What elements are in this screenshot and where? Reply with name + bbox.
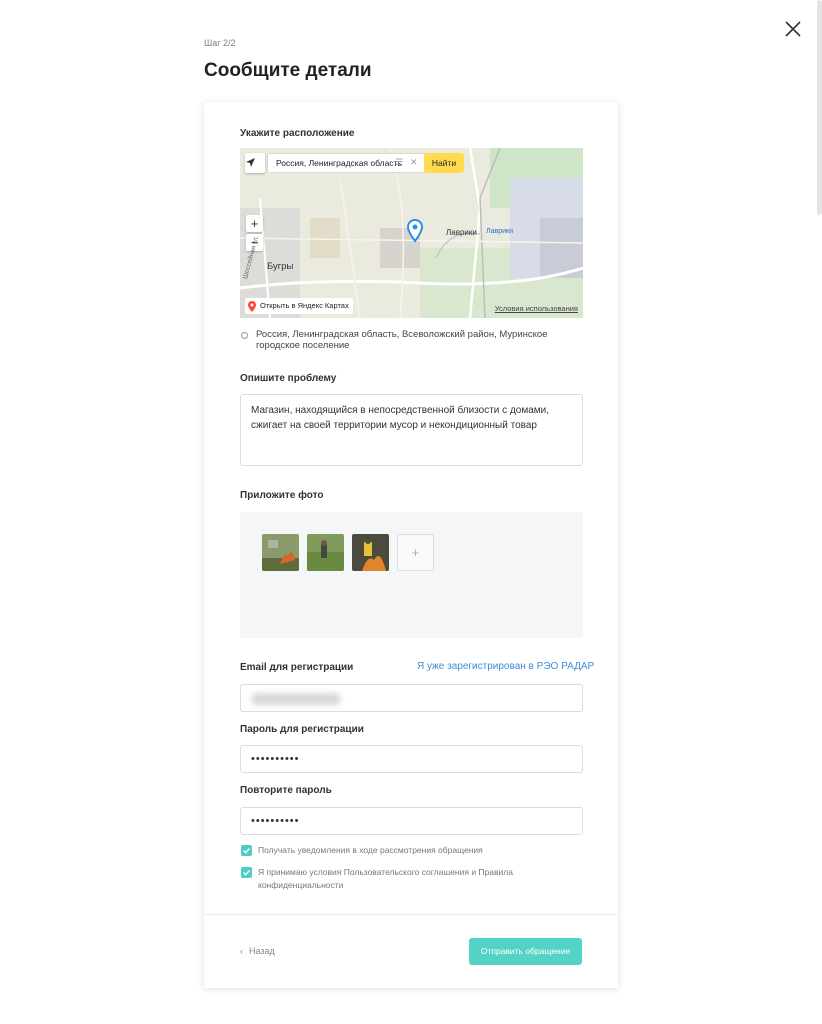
step-indicator: Шаг 2/2 — [204, 38, 236, 48]
yandex-pin-icon — [248, 301, 256, 312]
map-place-label: Бугры — [267, 261, 294, 272]
photo-thumbnail[interactable] — [262, 534, 299, 571]
map-terms-link[interactable]: Условия использования — [495, 304, 578, 313]
back-label: Назад — [249, 946, 275, 956]
map-search-value: Россия, Ленинградская область — [276, 158, 402, 168]
map-station-label: Лаврики — [486, 228, 513, 235]
zoom-in-button[interactable]: + — [246, 215, 263, 232]
checkmark-icon — [243, 848, 251, 854]
address-text: Россия, Ленинградская область, Всеволожс… — [256, 329, 548, 351]
add-photo-button[interactable]: + — [397, 534, 434, 571]
repeat-password-field[interactable]: •••••••••• — [240, 807, 583, 835]
photo-fire-1 — [262, 534, 299, 571]
form-card: Укажите расположение Россия, Ленинградск… — [204, 102, 618, 988]
location-icon — [241, 332, 248, 339]
photo-field — [307, 534, 344, 571]
navigation-arrow-icon — [246, 158, 255, 167]
footer-divider — [204, 914, 618, 915]
email-label: Email для регистрации — [240, 662, 354, 673]
page-title: Сообщите детали — [204, 60, 372, 81]
clear-icon[interactable]: ✕ — [410, 157, 418, 168]
list-icon[interactable]: ☰ — [395, 157, 403, 168]
email-field[interactable] — [240, 684, 583, 712]
password-field[interactable]: •••••••••• — [240, 745, 583, 773]
terms-checkbox[interactable] — [241, 867, 252, 878]
photo-fire-2 — [352, 534, 389, 571]
geolocation-button[interactable] — [245, 153, 265, 173]
map-pin-icon — [407, 219, 423, 243]
map-search-button[interactable]: Найти — [424, 153, 464, 173]
repeat-password-label: Повторите пароль — [240, 785, 332, 796]
location-label: Укажите расположение — [240, 128, 355, 139]
password-label: Пароль для регистрации — [240, 724, 364, 735]
notifications-label: Получать уведомления в ходе рассмотрения… — [258, 845, 483, 855]
terms-label: Я принимаю условия Пользовательского сог… — [258, 867, 513, 890]
chevron-left-icon: ‹ — [240, 946, 243, 956]
open-in-yandex-maps-link[interactable]: Открыть в Яндекс Картах — [245, 298, 353, 314]
submit-button[interactable]: Отправить обращение — [469, 938, 582, 965]
photos-label: Приложите фото — [240, 490, 324, 501]
notifications-checkbox[interactable] — [241, 845, 252, 856]
map[interactable]: Россия, Ленинградская область ☰ ✕ Найти … — [240, 148, 583, 318]
problem-textarea[interactable]: Магазин, находящийся в непосредственной … — [240, 394, 583, 466]
problem-label: Опишите проблему — [240, 373, 337, 384]
scrollbar[interactable] — [817, 0, 822, 215]
open-in-yandex-maps-text: Открыть в Яндекс Картах — [260, 301, 349, 310]
close-icon[interactable] — [784, 20, 802, 38]
email-value-blurred — [251, 693, 341, 705]
already-registered-link[interactable]: Я уже зарегистрирован в РЭО РАДАР — [417, 661, 594, 672]
photo-thumbnail[interactable] — [352, 534, 389, 571]
back-button[interactable]: ‹ Назад — [240, 946, 275, 956]
photo-dropzone[interactable]: + — [240, 512, 583, 638]
checkmark-icon — [243, 870, 251, 876]
map-place-label: Лаврики — [446, 228, 477, 237]
photo-thumbnail[interactable] — [307, 534, 344, 571]
